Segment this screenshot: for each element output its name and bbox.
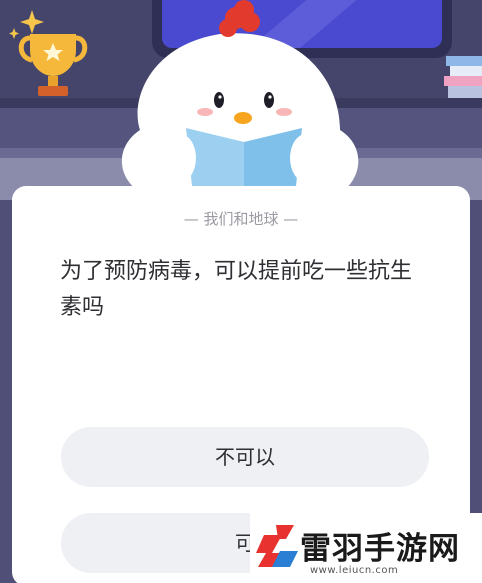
- header-scene: [0, 0, 482, 200]
- brand-logo-icon: [256, 525, 298, 567]
- watermark-url: www.leiucn.com: [310, 565, 399, 576]
- book-stack-icon: [444, 56, 482, 98]
- question-text: 为了预防病毒，可以提前吃一些抗生素吗: [60, 259, 413, 320]
- watermark-name: 雷羽手游网: [300, 531, 460, 567]
- category-label: — 我们和地球 —: [183, 210, 299, 228]
- site-watermark: 雷羽手游网 www.leiucn.com: [250, 513, 482, 583]
- answer-option-1[interactable]: 不可以: [61, 427, 429, 487]
